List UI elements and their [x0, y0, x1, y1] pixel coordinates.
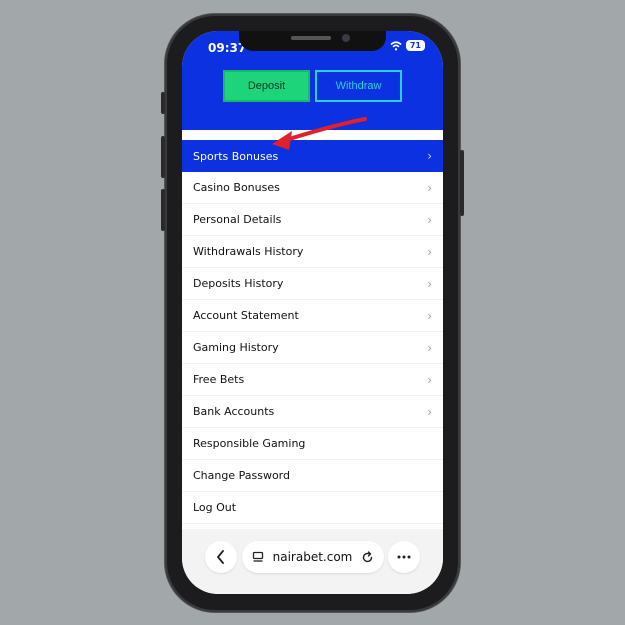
battery-icon: 71 [405, 40, 425, 51]
more-options-button[interactable] [388, 541, 420, 573]
chevron-right-icon: › [427, 180, 432, 195]
phone-volume-down-button [161, 189, 165, 231]
menu-item-label: Sports Bonuses [193, 149, 279, 163]
deposit-button-label: Deposit [247, 80, 286, 92]
phone-volume-up-button [161, 136, 165, 178]
menu-item-sports-bonuses[interactable]: Sports Bonuses › [182, 140, 443, 172]
menu-item-deposits-history[interactable]: Deposits History › [182, 268, 443, 300]
menu-item-gaming-history[interactable]: Gaming History › [182, 332, 443, 364]
menu-item-label: Free Bets [193, 373, 245, 386]
phone-power-button [460, 150, 464, 216]
menu-item-personal-details[interactable]: Personal Details › [182, 204, 443, 236]
menu-item-free-bets[interactable]: Free Bets › [182, 364, 443, 396]
chevron-right-icon: › [427, 212, 432, 227]
more-dots-icon [397, 555, 411, 559]
menu-item-withdrawals-history[interactable]: Withdrawals History › [182, 236, 443, 268]
menu-item-label: Bank Accounts [193, 405, 275, 418]
chevron-left-icon [217, 550, 224, 564]
menu-item-label: Deposits History [193, 277, 284, 290]
menu-item-change-password[interactable]: Change Password [182, 460, 443, 492]
chevron-right-icon: › [427, 276, 432, 291]
chevron-right-icon: › [427, 308, 432, 323]
reload-icon[interactable] [361, 550, 374, 564]
menu-item-label: Personal Details [193, 213, 282, 226]
menu-item-account-statement[interactable]: Account Statement › [182, 300, 443, 332]
url-text: nairabet.com [272, 550, 353, 564]
wifi-icon [390, 40, 402, 50]
menu-item-label: Account Statement [193, 309, 299, 322]
menu-item-responsible-gaming[interactable]: Responsible Gaming [182, 428, 443, 460]
speaker-grille [291, 36, 331, 40]
account-header: 09:37 71 Deposit Withdraw [182, 31, 443, 130]
back-button[interactable] [205, 541, 237, 573]
chevron-right-icon: › [427, 404, 432, 419]
menu-item-label: Responsible Gaming [193, 437, 306, 450]
address-bar[interactable]: nairabet.com [242, 541, 384, 573]
status-icons: 71 [390, 40, 425, 51]
chevron-right-icon: › [427, 244, 432, 259]
phone-screen: 09:37 71 Deposit Withdraw Sports Bonuses… [182, 31, 443, 594]
chevron-right-icon: › [427, 372, 432, 387]
deposit-button[interactable]: Deposit [223, 70, 310, 102]
account-menu: Sports Bonuses › Casino Bonuses › Person… [182, 140, 443, 524]
front-camera [342, 34, 350, 42]
phone-action-button [161, 92, 165, 114]
browser-toolbar: nairabet.com [182, 529, 443, 594]
menu-item-label: Withdrawals History [193, 245, 304, 258]
menu-item-label: Log Out [193, 501, 237, 514]
menu-item-label: Casino Bonuses [193, 181, 280, 194]
withdraw-button[interactable]: Withdraw [315, 70, 402, 102]
menu-item-label: Gaming History [193, 341, 279, 354]
menu-item-label: Change Password [193, 469, 290, 482]
dynamic-island [239, 31, 386, 51]
menu-item-log-out[interactable]: Log Out [182, 492, 443, 524]
chevron-right-icon: › [427, 340, 432, 355]
chevron-right-icon: › [427, 149, 432, 163]
tabs-icon [252, 551, 264, 562]
withdraw-button-label: Withdraw [335, 80, 382, 92]
menu-item-bank-accounts[interactable]: Bank Accounts › [182, 396, 443, 428]
menu-item-casino-bonuses[interactable]: Casino Bonuses › [182, 172, 443, 204]
